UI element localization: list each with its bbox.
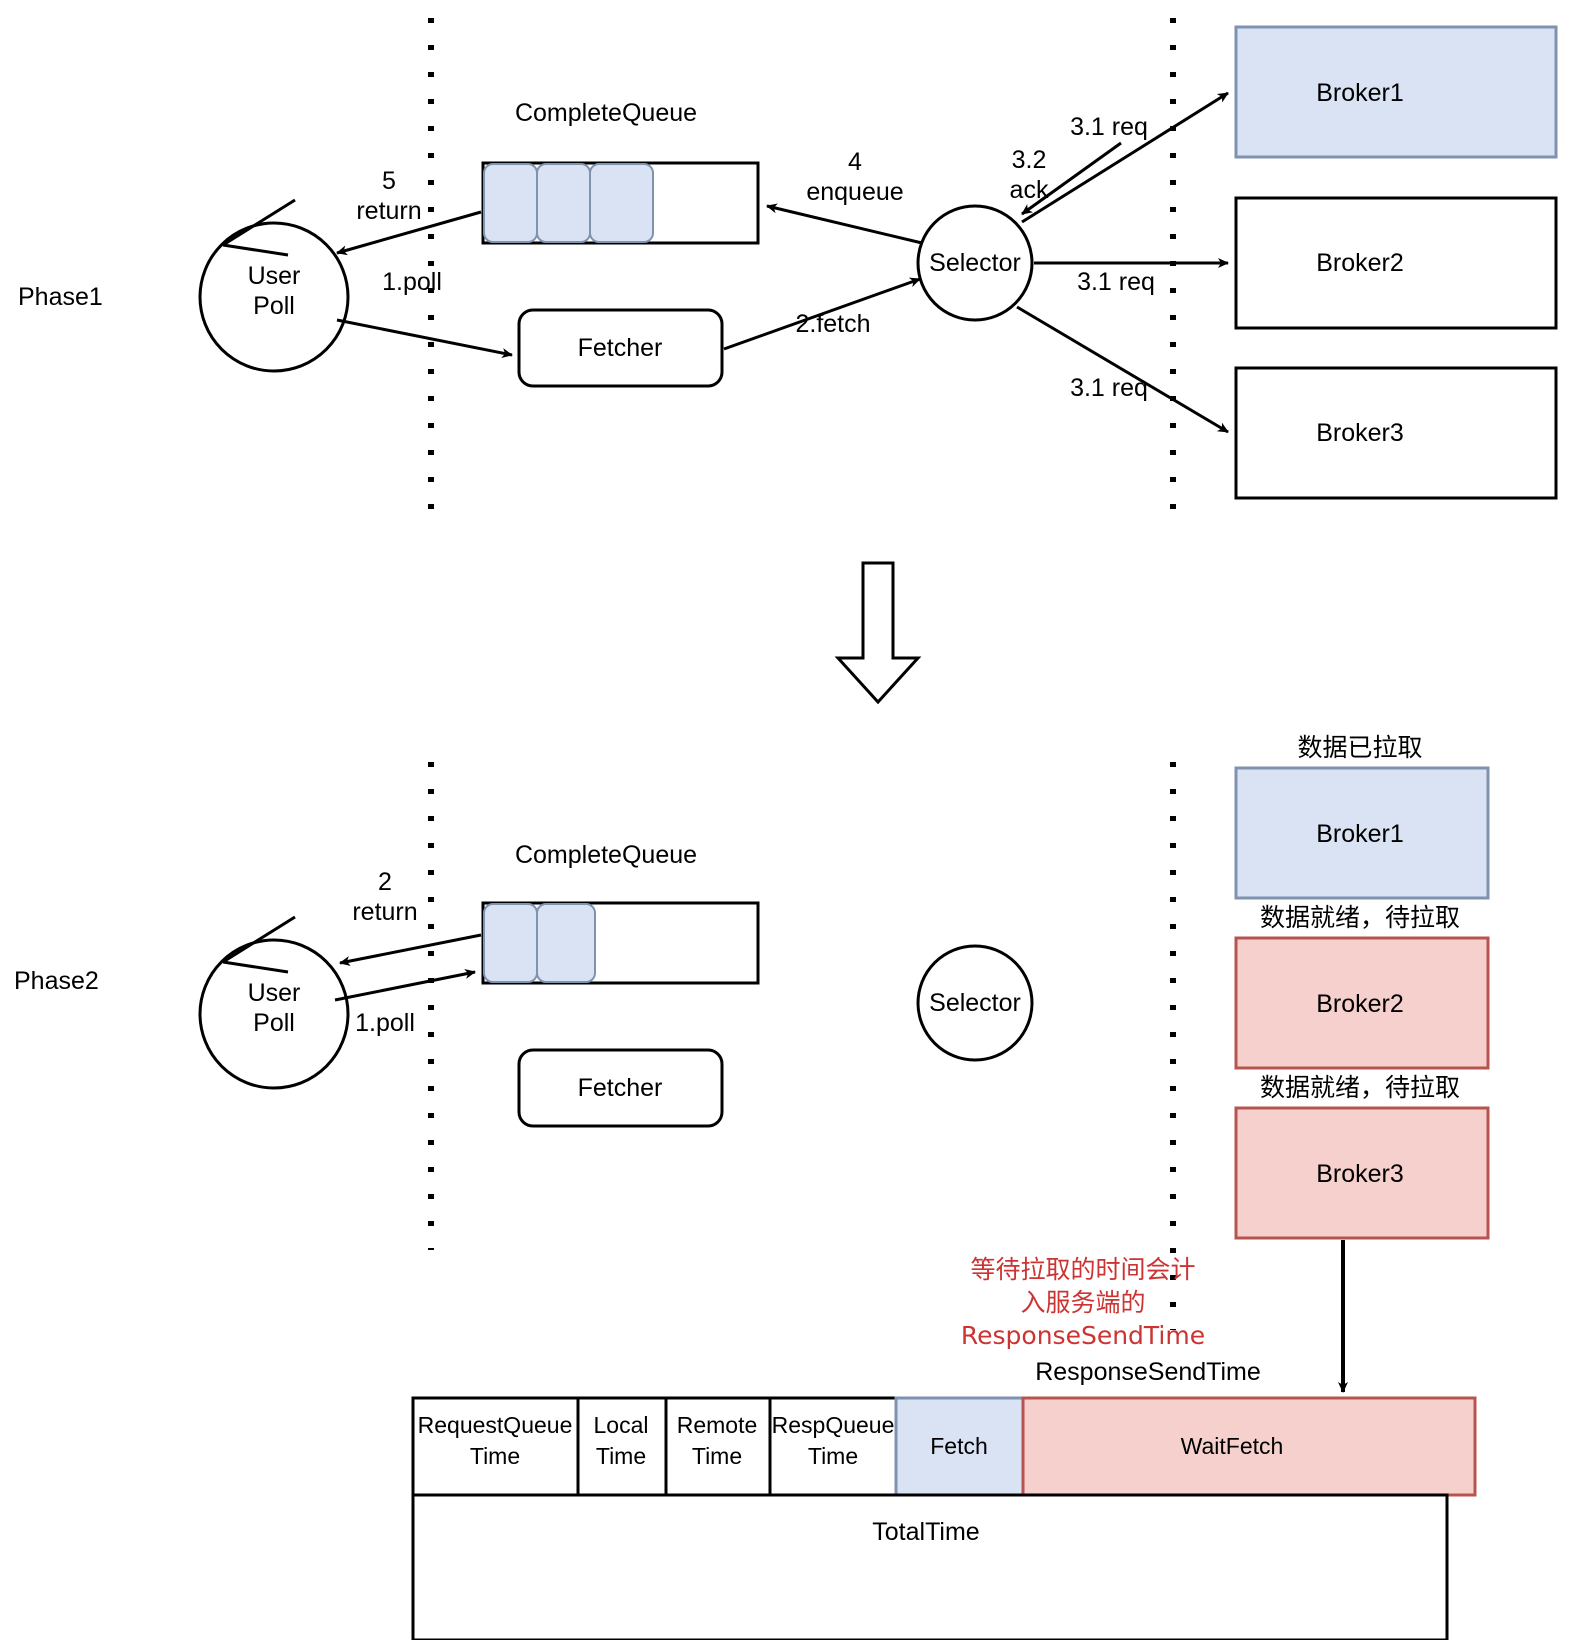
phase1-broker1-label: Broker1 (1316, 79, 1404, 107)
phase1-edge-poll (336, 318, 513, 358)
phase1-broker3-label: Broker3 (1316, 419, 1404, 447)
annotation-line-3: ResponseSendTime (960, 1321, 1206, 1350)
timeline-totaltime-row (411, 1493, 1449, 1640)
phase1-queue-cell-3 (589, 163, 654, 243)
timeline-label-respqueuetime-line2: Time (807, 1443, 859, 1469)
phase1-edge-label-req-broker1: 3.1 req (1070, 113, 1148, 141)
phase1-edge-label-req-broker2: 3.1 req (1077, 268, 1155, 296)
phase1-edge-label-return-word: return (356, 197, 422, 225)
phase1-fetcher-label: Fetcher (577, 334, 663, 362)
phase2-label: Phase2 (14, 967, 99, 995)
phase1-edge-label-poll: 1.poll (382, 268, 442, 296)
timeline-label-respqueuetime-line1: RespQueue (771, 1412, 895, 1438)
phase1-queue-cell-1 (483, 163, 538, 243)
phase2-queue-cell-1 (483, 903, 538, 983)
phase2-broker2-label: Broker2 (1316, 990, 1404, 1018)
timeline-label-remotetime-line1: Remote (676, 1412, 758, 1438)
timeline-label-requestqueuetime-line1: RequestQueue (417, 1412, 573, 1438)
phase1-queue-cell-2 (536, 163, 591, 243)
phase2-edge-poll (334, 969, 476, 1002)
phase1-user-poll-label-line2: Poll (253, 292, 295, 320)
phase1-broker2-label: Broker2 (1316, 249, 1404, 277)
phase1-label: Phase1 (18, 283, 103, 311)
phase2-user-poll-label-line1: User (247, 979, 301, 1007)
phase1-edge-label-ack-word: ack (1009, 176, 1049, 204)
phase1-edge-enqueue (766, 203, 923, 245)
phase1-edge-label-fetch: 2.fetch (795, 310, 871, 338)
phase2-edge-return (339, 933, 482, 966)
phase2-broker3-status: 数据就绪，待拉取 (1259, 1073, 1461, 1102)
phase2-edge-label-return-number: 2 (378, 868, 392, 896)
phase2-queue-cell-2 (536, 903, 596, 983)
phase2-selector-label: Selector (929, 989, 1021, 1017)
annotation-line-1: 等待拉取的时间会计 (970, 1255, 1196, 1284)
timeline-label-requestqueuetime-line2: Time (469, 1443, 521, 1469)
timeline-label-fetch: Fetch (930, 1433, 988, 1459)
phase1-edge-label-enqueue-word: enqueue (806, 178, 904, 206)
phase2-edge-label-poll: 1.poll (355, 1009, 415, 1037)
timeline-total-time-label: TotalTime (872, 1518, 980, 1546)
phase1-user-poll-label-line1: User (247, 262, 301, 290)
phase2-broker1-label: Broker1 (1316, 820, 1404, 848)
phase2-broker1-status: 数据已拉取 (1297, 733, 1423, 762)
phase1-edge-label-ack-number: 3.2 (1011, 146, 1047, 174)
phase1-edge-label-enqueue-number: 4 (848, 148, 862, 176)
timeline-response-send-time-label: ResponseSendTime (1035, 1358, 1261, 1386)
phase1-edge-req-broker3 (1016, 305, 1229, 434)
phase2-fetcher-label: Fetcher (577, 1074, 663, 1102)
phase1-edge-label-req-broker3: 3.1 req (1070, 374, 1148, 402)
phase2-complete-queue-title: CompleteQueue (514, 841, 698, 869)
diagram-canvas: Phase1 User Poll CompleteQueue Fetcher S… (0, 0, 1588, 1640)
phase2-edge-label-return-word: return (352, 898, 418, 926)
phase1-selector-label: Selector (929, 249, 1021, 277)
timeline-label-remotetime-line2: Time (691, 1443, 743, 1469)
timeline-label-localtime-line2: Time (595, 1443, 647, 1469)
phase1-edge-label-return-number: 5 (382, 167, 396, 195)
phase2-user-poll-label-line2: Poll (253, 1009, 295, 1037)
phase2-broker2-status: 数据就绪，待拉取 (1259, 903, 1461, 932)
phase-transition-arrow (834, 561, 922, 705)
phase1-complete-queue-title: CompleteQueue (514, 99, 698, 127)
annotation-line-2: 入服务端的 (1020, 1288, 1146, 1317)
phase2-broker3-label: Broker3 (1316, 1160, 1404, 1188)
timeline-label-waitfetch: WaitFetch (1180, 1433, 1284, 1459)
timeline-label-localtime-line1: Local (593, 1412, 649, 1438)
